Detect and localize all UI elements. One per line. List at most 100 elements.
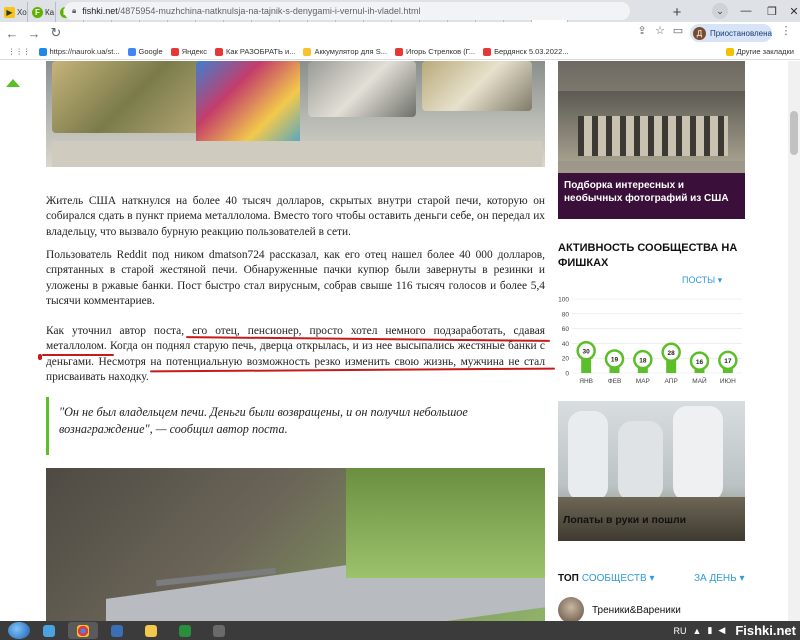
tab-label: Хо [17, 7, 27, 17]
y-tick-label: 0 [565, 371, 569, 378]
data-label: 18 [639, 357, 647, 364]
extensions-icon[interactable]: ▭ [670, 24, 686, 37]
network-icon[interactable]: ▮ [707, 625, 712, 636]
bookmark-label: https://naurok.ua/st... [49, 47, 120, 56]
data-label: 17 [724, 358, 732, 365]
bookmark-icon [483, 47, 492, 56]
y-tick-label: 100 [558, 297, 569, 304]
tab-search-icon[interactable]: ⌄ [712, 3, 728, 19]
taskbar-chrome[interactable] [68, 622, 98, 639]
y-tick-label: 60 [562, 326, 570, 333]
taskbar-app[interactable] [170, 622, 200, 639]
url-path: /4875954-muzhchina-natknulsja-na-tajnik-… [117, 6, 421, 16]
bookmark-label: Аккумулятор для S... [314, 47, 387, 56]
tab[interactable]: FКа [28, 2, 56, 22]
bookmark-star-icon[interactable]: ☆ [652, 24, 668, 37]
scroll-up-icon[interactable] [6, 79, 20, 87]
bookmark-item[interactable]: Аккумулятор для S... [303, 47, 387, 56]
y-tick-label: 80 [562, 311, 570, 318]
url-host: fishki.net [82, 6, 118, 16]
lock-icon: 🔒︎ [72, 6, 77, 15]
bookmark-item[interactable]: Яндекс [170, 47, 207, 56]
share-icon[interactable]: ⇪ [634, 24, 650, 37]
x-tick-label: ИЮН [720, 378, 736, 385]
profile-label: Приостановлена [709, 28, 772, 38]
red-underline [38, 354, 42, 360]
data-label: 28 [668, 350, 676, 357]
apps-icon[interactable]: ⋮⋮⋮ [8, 47, 31, 56]
bookmark-item[interactable]: Google [127, 47, 163, 56]
other-bookmarks[interactable]: Другие закладки [725, 47, 794, 56]
x-tick-label: МАР [636, 378, 650, 385]
folder-icon [725, 47, 734, 56]
data-label: 16 [696, 359, 704, 366]
bookmark-label: Игорь Стрелков (Г... [405, 47, 476, 56]
top-label: ТОП [558, 573, 579, 584]
top-header: ТОП СООБЩЕСТВ ▾ ЗА ДЕНЬ ▾ [558, 573, 748, 584]
tray-up-icon[interactable]: ▲ [693, 626, 702, 636]
sidebar-promo-caption-2[interactable]: Лопаты в руки и пошли [563, 514, 686, 526]
y-tick-label: 20 [562, 356, 570, 363]
article-photo-top [46, 61, 545, 167]
taskbar: RU ▲ ▮ ◀ Fishki.net [0, 621, 800, 640]
minimize-icon[interactable]: — [732, 0, 760, 22]
bookmark-list: https://naurok.ua/st... Google Яндекс Как Р… [31, 47, 569, 56]
bookmark-icon [394, 47, 403, 56]
bookmark-item[interactable]: https://naurok.ua/st... [38, 47, 120, 56]
bookmark-label: Яндекс [181, 47, 207, 56]
other-bookmarks-label: Другие закладки [736, 47, 794, 56]
youtube-icon: ▶ [4, 6, 15, 18]
bookmarks-bar: ⋮⋮⋮ https://naurok.ua/st... Google Яндекс К… [0, 44, 800, 60]
y-tick-label: 40 [562, 341, 570, 348]
forward-icon[interactable]: → [24, 23, 44, 43]
close-window-icon[interactable]: ✕ [780, 0, 800, 22]
watermark: Fishki.net [735, 623, 796, 638]
sidebar-promo-photo[interactable]: Подборка интересных и необычных фотограф… [558, 61, 745, 219]
bookmark-item[interactable]: Бердянск 5.03.2022... [483, 47, 569, 56]
system-tray: RU ▲ ▮ ◀ Fishki.net [674, 621, 796, 640]
menu-icon[interactable]: ⋮ [778, 24, 794, 37]
bookmark-label: Бердянск 5.03.2022... [494, 47, 569, 56]
activity-chart: 0 20 40 60 80 100 30 ЯНВ 19 ФЕВ 18 МАР 28 АПР 16 МАЙ 17 И… [558, 297, 742, 385]
bookmark-icon [127, 47, 136, 56]
start-button[interactable] [8, 622, 30, 639]
sidebar-promo-caption[interactable]: Подборка интересных и необычных фотограф… [558, 173, 745, 219]
bookmark-item[interactable]: Как РАЗОБРАТЬ и... [214, 47, 295, 56]
avatar: Д [693, 26, 706, 40]
bookmark-label: Google [138, 47, 163, 56]
bookmark-icon [170, 47, 179, 56]
bookmark-icon [214, 47, 223, 56]
taskbar-app[interactable] [34, 622, 64, 639]
taskbar-app[interactable] [204, 622, 234, 639]
data-label: 30 [583, 348, 591, 355]
scrollbar-thumb[interactable] [790, 111, 798, 155]
back-icon[interactable]: ← [2, 23, 22, 43]
bookmark-item[interactable]: Игорь Стрелков (Г... [394, 47, 476, 56]
profile-button[interactable]: Д Приостановлена [690, 24, 772, 42]
article-quote: "Он не был владельцем печи. Деньги были … [46, 397, 545, 455]
top-user[interactable]: Треники&Вареники [558, 597, 681, 621]
taskbar-app[interactable] [102, 622, 132, 639]
article-paragraph-3: Как уточнил автор поста, его отец, пенси… [46, 325, 545, 384]
article-paragraph-1: Житель США наткнулся на более 40 тысяч д… [46, 195, 545, 238]
red-underline [42, 354, 114, 356]
address-bar[interactable]: 🔒︎ fishki.net /4875954-muzhchina-natknul… [64, 2, 630, 20]
language-indicator[interactable]: RU [674, 626, 687, 636]
top-period-dropdown[interactable]: ЗА ДЕНЬ ▾ [694, 573, 745, 584]
scrollbar[interactable] [788, 61, 800, 621]
new-tab-button[interactable]: + [668, 3, 686, 21]
tab-label: Ка [45, 7, 55, 17]
data-label: 19 [611, 357, 619, 364]
x-tick-label: ФЕВ [608, 378, 622, 385]
bookmark-icon [303, 47, 312, 56]
top-community-dropdown[interactable]: СООБЩЕСТВ ▾ [582, 573, 655, 584]
tab[interactable]: ▶ Хо [0, 2, 28, 22]
volume-icon[interactable]: ◀ [718, 625, 725, 636]
taskbar-app[interactable] [136, 622, 166, 639]
article-paragraph-2: Пользователь Reddit под ником dmatson724… [46, 249, 545, 308]
reload-icon[interactable]: ↻ [46, 23, 66, 43]
x-tick-label: АПР [665, 378, 678, 385]
posts-dropdown[interactable]: ПОСТЫ ▾ [682, 275, 722, 286]
x-tick-label: МАЙ [692, 376, 707, 385]
avatar [558, 597, 584, 621]
